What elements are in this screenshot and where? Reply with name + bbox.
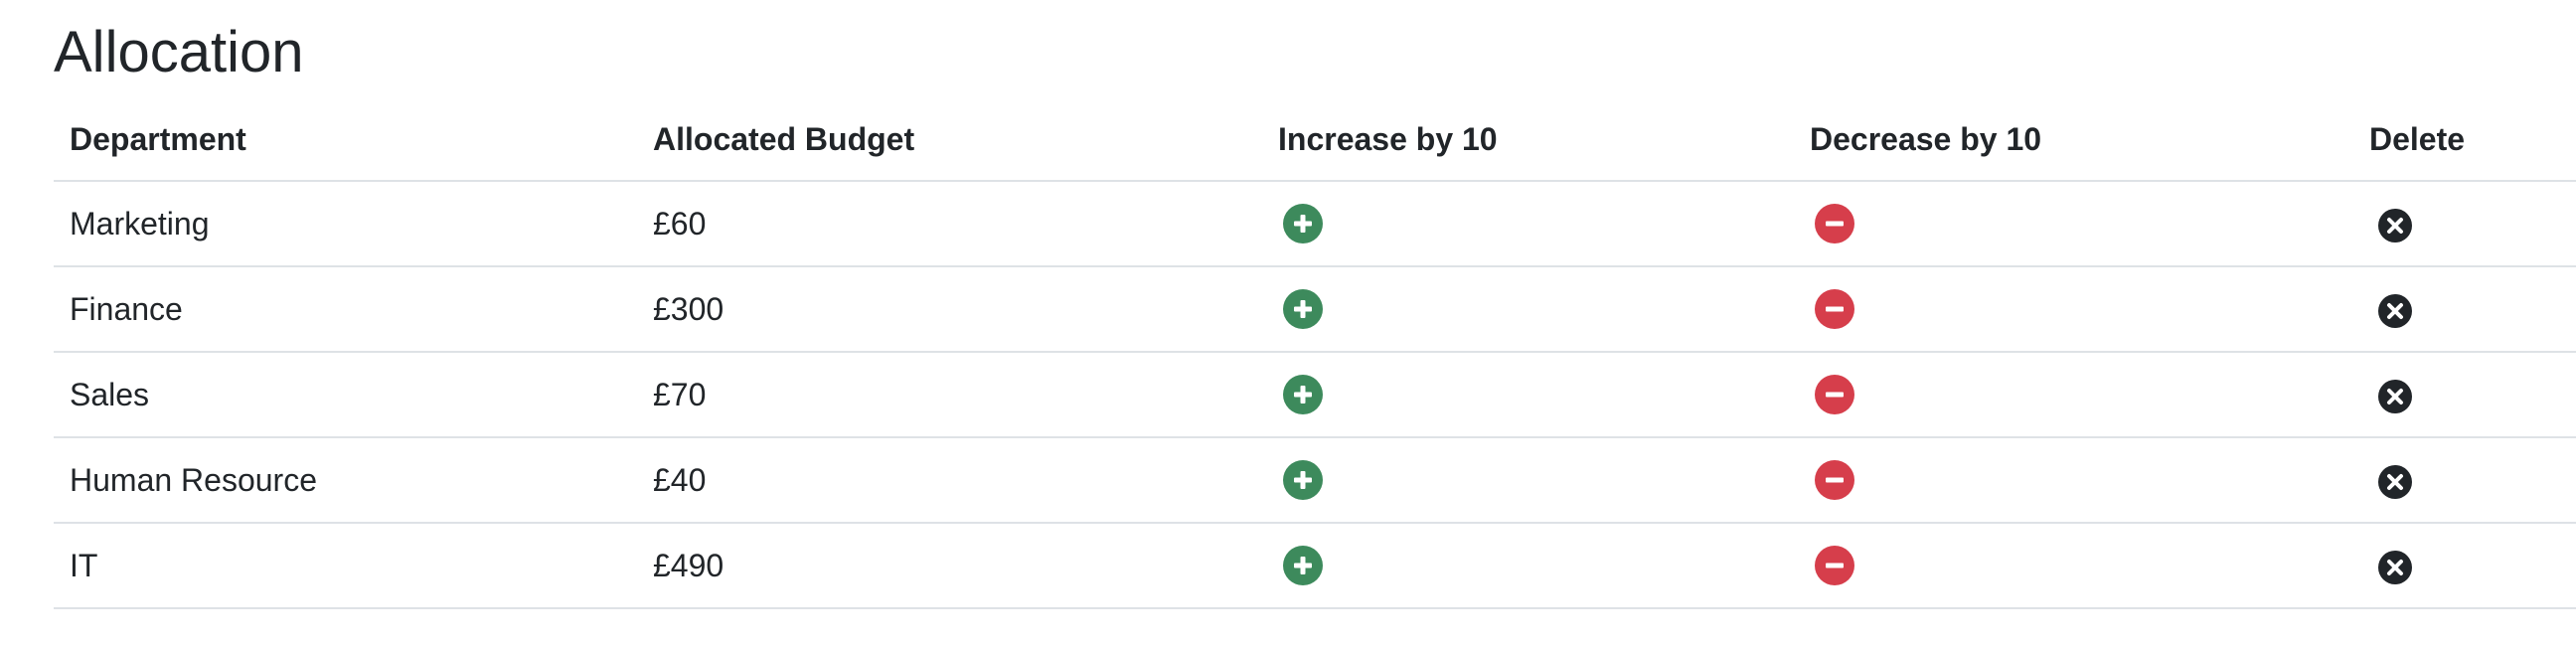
budget-cell: £60 [637,181,1262,267]
header-allocated-budget: Allocated Budget [637,99,1262,182]
decrease-cell [1794,181,2353,267]
delete-cell [2353,437,2576,524]
table-row: IT £490 [54,523,2576,609]
increase-cell [1262,352,1794,438]
x-circle-icon[interactable] [2378,464,2412,499]
minus-circle-icon[interactable] [1815,546,1854,586]
increase-cell [1262,523,1794,609]
header-department: Department [54,99,637,182]
allocation-table: Department Allocated Budget Increase by … [54,99,2576,609]
table-row: Finance £300 [54,266,2576,353]
plus-circle-icon[interactable] [1283,460,1323,501]
minus-circle-icon[interactable] [1815,289,1854,330]
page-title: Allocation [54,20,304,84]
table-body: Marketing £60 Finance £300 Sales £70 Hum… [54,181,2576,609]
delete-cell [2353,266,2576,353]
decrease-cell [1794,523,2353,609]
delete-cell [2353,523,2576,609]
x-circle-icon[interactable] [2378,379,2412,413]
x-circle-icon[interactable] [2378,293,2412,328]
plus-circle-icon[interactable] [1283,546,1323,586]
minus-circle-icon[interactable] [1815,204,1854,244]
delete-cell [2353,181,2576,267]
department-cell: Human Resource [54,437,637,524]
increase-cell [1262,437,1794,524]
department-cell: Finance [54,266,637,353]
allocation-page: Allocation Department Allocated Budget I… [0,0,2576,648]
department-cell: Marketing [54,181,637,267]
plus-circle-icon[interactable] [1283,289,1323,330]
decrease-cell [1794,352,2353,438]
plus-circle-icon[interactable] [1283,375,1323,415]
budget-cell: £70 [637,352,1262,438]
table-row: Human Resource £40 [54,437,2576,524]
header-row: Department Allocated Budget Increase by … [54,99,2576,182]
table-header: Department Allocated Budget Increase by … [54,99,2576,182]
decrease-cell [1794,437,2353,524]
header-decrease: Decrease by 10 [1794,99,2353,182]
x-circle-icon[interactable] [2378,550,2412,584]
x-circle-icon[interactable] [2378,208,2412,243]
increase-cell [1262,181,1794,267]
budget-cell: £40 [637,437,1262,524]
budget-cell: £300 [637,266,1262,353]
minus-circle-icon[interactable] [1815,375,1854,415]
increase-cell [1262,266,1794,353]
minus-circle-icon[interactable] [1815,460,1854,501]
department-cell: IT [54,523,637,609]
header-delete: Delete [2353,99,2576,182]
budget-cell: £490 [637,523,1262,609]
department-cell: Sales [54,352,637,438]
plus-circle-icon[interactable] [1283,204,1323,244]
header-increase: Increase by 10 [1262,99,1794,182]
table-row: Marketing £60 [54,181,2576,267]
table-row: Sales £70 [54,352,2576,438]
decrease-cell [1794,266,2353,353]
delete-cell [2353,352,2576,438]
